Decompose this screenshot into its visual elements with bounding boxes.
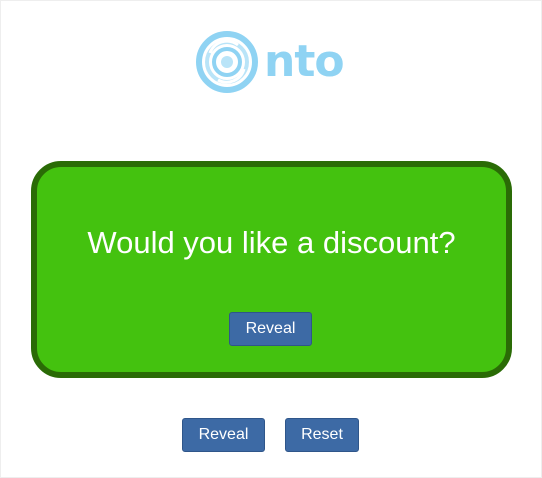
target-circle-icon xyxy=(196,31,258,93)
logo-text: nto xyxy=(264,36,345,87)
reveal-button[interactable]: Reveal xyxy=(182,418,265,452)
discount-question: Would you like a discount? xyxy=(87,225,456,260)
logo: nto xyxy=(196,31,345,93)
page: nto Would you like a discount? Reveal Re… xyxy=(0,0,542,478)
card-reveal-button[interactable]: Reveal xyxy=(229,312,312,346)
reset-button[interactable]: Reset xyxy=(285,418,359,452)
discount-card: Would you like a discount? Reveal xyxy=(31,161,512,378)
